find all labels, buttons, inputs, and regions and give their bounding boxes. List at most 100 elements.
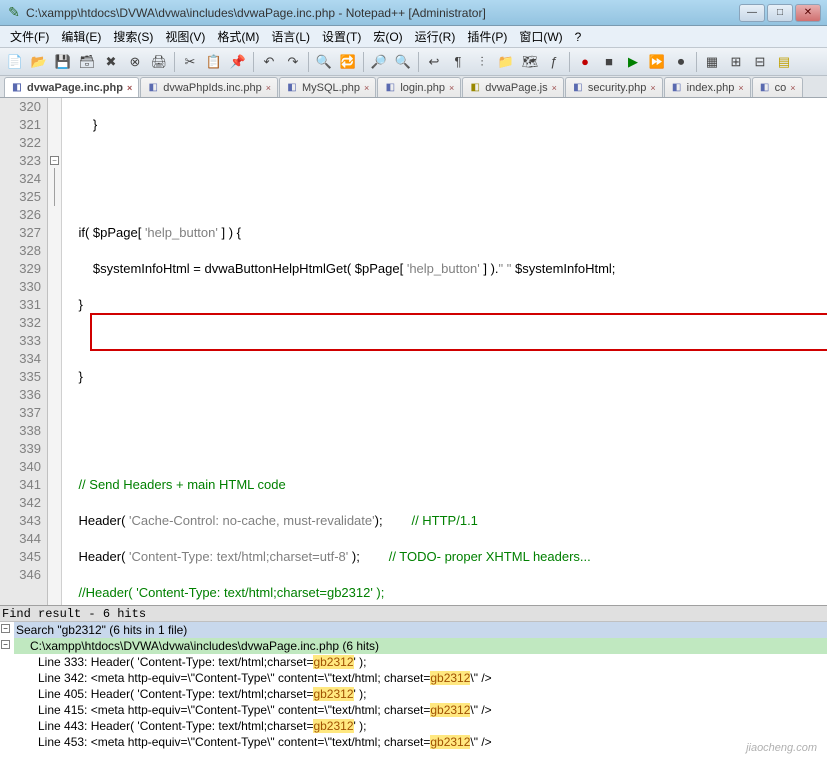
line-number: 333 <box>0 332 41 350</box>
zoom-out-icon[interactable]: 🔍 <box>392 51 414 73</box>
string-literal: 'Content-Type: text/html;charset=utf-8' <box>129 549 348 564</box>
find-hit-row[interactable]: Line 405: Header( 'Content-Type: text/ht… <box>14 686 827 702</box>
find-hit-row[interactable]: Line 443: Header( 'Content-Type: text/ht… <box>14 718 827 734</box>
find-hit-row[interactable]: Line 415: <meta http-equiv=\"Content-Typ… <box>14 702 827 718</box>
tab-security-php[interactable]: ◧security.php× <box>565 77 663 97</box>
line-number: 320 <box>0 98 41 116</box>
indent-guide-icon[interactable]: ⫶ <box>471 51 493 73</box>
menu-window[interactable]: 窗口(W) <box>513 26 568 47</box>
line-number: 331 <box>0 296 41 314</box>
open-file-icon[interactable]: 📂 <box>28 51 50 73</box>
macro-record-icon[interactable]: ● <box>574 51 596 73</box>
tab-dvwaPhpIds-inc-php[interactable]: ◧dvwaPhpIds.inc.php× <box>140 77 278 97</box>
fold-line <box>54 168 55 206</box>
menu-view[interactable]: 视图(V) <box>159 26 211 47</box>
macro-play-icon[interactable]: ▶ <box>622 51 644 73</box>
php-file-icon: ◧ <box>572 82 584 94</box>
menu-plugins[interactable]: 插件(P) <box>461 26 513 47</box>
fold-minus-icon[interactable]: − <box>50 156 59 165</box>
menu-help[interactable]: ? <box>569 28 588 46</box>
word-wrap-icon[interactable]: ↩ <box>423 51 445 73</box>
string-literal: " " <box>499 261 512 276</box>
find-result-panel[interactable]: − − Search "gb2312" (6 hits in 1 file) C… <box>0 622 827 752</box>
redo-icon[interactable]: ↷ <box>282 51 304 73</box>
copy-icon[interactable]: 📋 <box>203 51 225 73</box>
maximize-button[interactable]: □ <box>767 4 793 22</box>
tab-close-icon[interactable]: × <box>449 83 454 93</box>
cut-icon[interactable]: ✂ <box>179 51 201 73</box>
tab-close-icon[interactable]: × <box>738 83 743 93</box>
minimize-button[interactable]: — <box>739 4 765 22</box>
print-icon[interactable]: 🖨 <box>148 51 170 73</box>
toolbar-separator <box>418 52 419 72</box>
collapse-minus-icon[interactable]: − <box>1 624 10 633</box>
find-hit-row[interactable]: Line 453: <meta http-equiv=\"Content-Typ… <box>14 734 827 750</box>
tab-label: index.php <box>687 82 735 94</box>
menu-run[interactable]: 运行(R) <box>409 26 462 47</box>
find-search-summary[interactable]: Search "gb2312" (6 hits in 1 file) <box>14 622 827 638</box>
tab-close-icon[interactable]: × <box>650 83 655 93</box>
line-number: 345 <box>0 548 41 566</box>
window-title: C:\xampp\htdocs\DVWA\dvwa\includes\dvwaP… <box>26 6 737 20</box>
paste-icon[interactable]: 📌 <box>227 51 249 73</box>
undo-icon[interactable]: ↶ <box>258 51 280 73</box>
tab-close-icon[interactable]: × <box>790 83 795 93</box>
find-tree-column[interactable]: − − <box>0 622 14 752</box>
toolbar: 📄 📂 💾 🗃 ✖ ⊗ 🖨 ✂ 📋 📌 ↶ ↷ 🔍 🔁 🔎 🔍 ↩ ¶ ⫶ 📁 … <box>0 48 827 76</box>
zoom-in-icon[interactable]: 🔎 <box>368 51 390 73</box>
find-hit-pre: Header( 'Content-Type: text/html;charset… <box>91 687 314 701</box>
find-hit-row[interactable]: Line 342: <meta http-equiv=\"Content-Typ… <box>14 670 827 686</box>
menu-macro[interactable]: 宏(O) <box>367 26 408 47</box>
folder-icon[interactable]: 📁 <box>495 51 517 73</box>
tab-login-php[interactable]: ◧login.php× <box>377 77 461 97</box>
line-number: 326 <box>0 206 41 224</box>
fold-column[interactable]: − <box>48 98 62 605</box>
macro-stop-icon[interactable]: ■ <box>598 51 620 73</box>
save-all-icon[interactable]: 🗃 <box>76 51 98 73</box>
find-hit-row[interactable]: Line 333: Header( 'Content-Type: text/ht… <box>14 654 827 670</box>
menu-file[interactable]: 文件(F) <box>4 26 55 47</box>
new-file-icon[interactable]: 📄 <box>4 51 26 73</box>
string-literal: 'help_button' <box>145 225 218 240</box>
toolbar-extra1-icon[interactable]: ▦ <box>701 51 723 73</box>
close-all-icon[interactable]: ⊗ <box>124 51 146 73</box>
string-literal: 'Cache-Control: no-cache, must-revalidat… <box>129 513 375 528</box>
toolbar-extra2-icon[interactable]: ⊞ <box>725 51 747 73</box>
doc-map-icon[interactable]: 🗺 <box>519 51 541 73</box>
line-number: 325 <box>0 188 41 206</box>
tab-label: co <box>775 82 787 94</box>
menu-language[interactable]: 语言(L) <box>265 26 316 47</box>
tab-index-php[interactable]: ◧index.php× <box>664 77 751 97</box>
replace-icon[interactable]: 🔁 <box>337 51 359 73</box>
function-list-icon[interactable]: ƒ <box>543 51 565 73</box>
macro-fast-icon[interactable]: ⏩ <box>646 51 668 73</box>
find-file-summary[interactable]: C:\xampp\htdocs\DVWA\dvwa\includes\dvwaP… <box>14 638 827 654</box>
macro-save-icon[interactable]: ⏺ <box>670 51 692 73</box>
tab-MySQL-php[interactable]: ◧MySQL.php× <box>279 77 376 97</box>
code-line: } <box>64 297 83 312</box>
close-file-icon[interactable]: ✖ <box>100 51 122 73</box>
code-area[interactable]: } if( $pPage[ 'help_button' ] ) { $syste… <box>62 98 827 605</box>
tab-co[interactable]: ◧co× <box>752 77 803 97</box>
collapse-minus-icon[interactable]: − <box>1 640 10 649</box>
tab-label: MySQL.php <box>302 82 360 94</box>
find-icon[interactable]: 🔍 <box>313 51 335 73</box>
tab-close-icon[interactable]: × <box>266 83 271 93</box>
comment: // HTTP/1.1 <box>411 513 477 528</box>
find-hit-match: gb2312 <box>313 655 353 669</box>
menu-search[interactable]: 搜索(S) <box>107 26 159 47</box>
tab-close-icon[interactable]: × <box>127 83 132 93</box>
tab-close-icon[interactable]: × <box>364 83 369 93</box>
menu-settings[interactable]: 设置(T) <box>316 26 367 47</box>
tab-dvwaPage-inc-php[interactable]: ◧dvwaPage.inc.php× <box>4 77 139 97</box>
show-chars-icon[interactable]: ¶ <box>447 51 469 73</box>
tab-dvwaPage-js[interactable]: ◧dvwaPage.js× <box>462 77 564 97</box>
close-button[interactable]: ✕ <box>795 4 821 22</box>
line-number: 338 <box>0 422 41 440</box>
tab-close-icon[interactable]: × <box>552 83 557 93</box>
menu-edit[interactable]: 编辑(E) <box>55 26 107 47</box>
toolbar-extra4-icon[interactable]: ▤ <box>773 51 795 73</box>
toolbar-extra3-icon[interactable]: ⊟ <box>749 51 771 73</box>
menu-format[interactable]: 格式(M) <box>211 26 265 47</box>
save-icon[interactable]: 💾 <box>52 51 74 73</box>
